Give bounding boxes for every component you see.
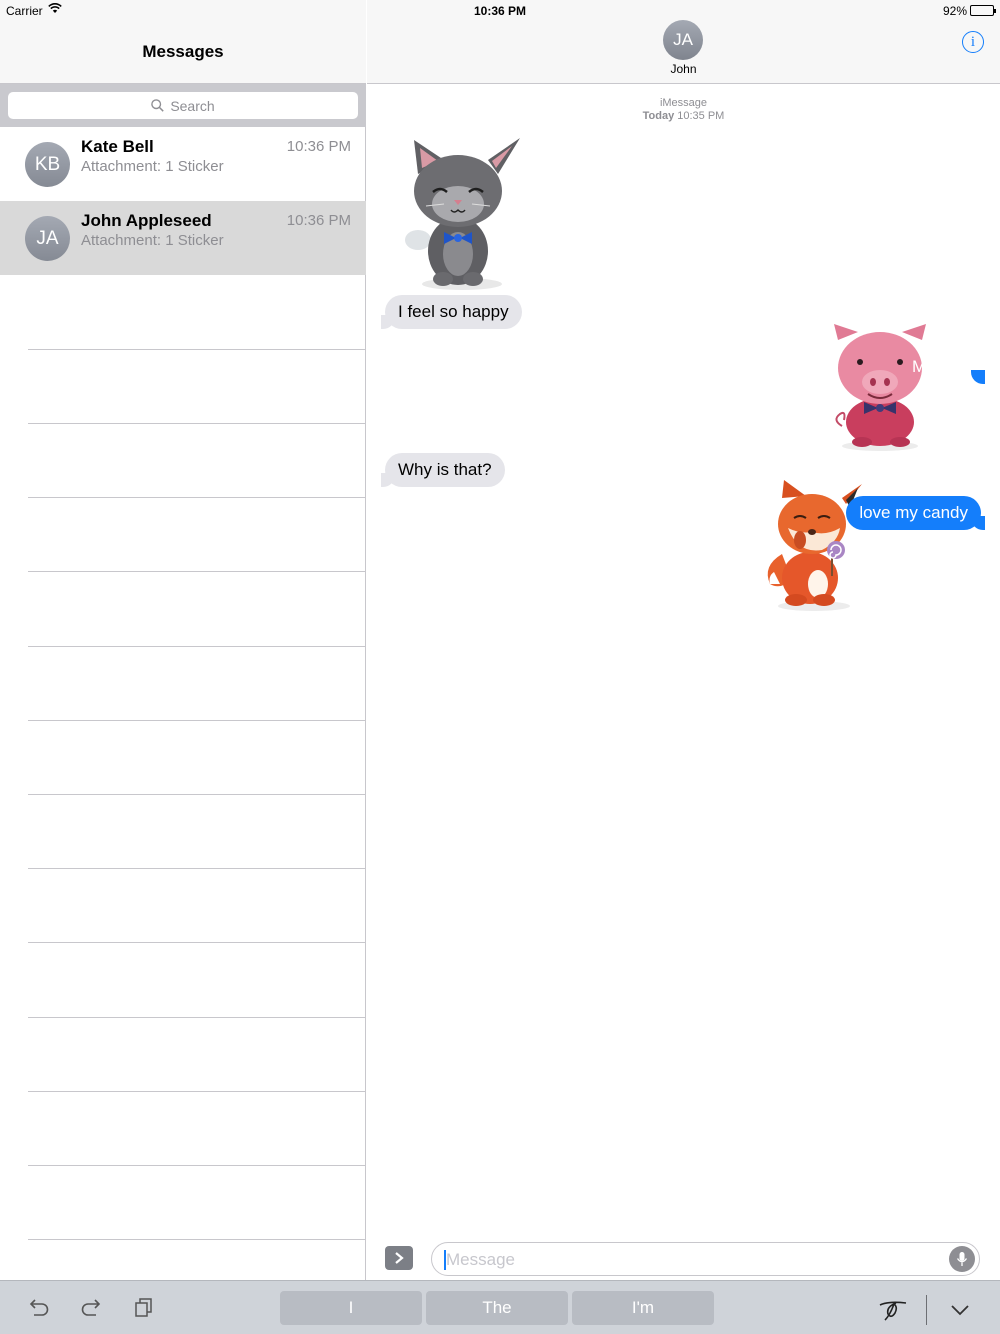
battery-icon	[970, 5, 996, 16]
conversation-item-kate-bell[interactable]: KB Kate Bell Attachment: 1 Sticker 10:36…	[0, 127, 366, 201]
message-bubble-incoming[interactable]: I feel so happy	[381, 295, 522, 329]
message-bubble-outgoing[interactable]: Me too	[899, 350, 985, 384]
list-divider	[28, 571, 366, 572]
list-divider	[28, 646, 366, 647]
keyboard-shortcut-bar: I The I'm	[0, 1280, 1000, 1334]
thread-timestamp: iMessage Today 10:35 PM	[367, 97, 1000, 123]
list-divider	[28, 720, 366, 721]
info-button[interactable]: i	[962, 31, 984, 53]
search-input[interactable]: Search	[8, 92, 358, 119]
avatar: JA	[25, 216, 70, 261]
microphone-icon	[956, 1252, 968, 1266]
suggestion-2[interactable]: The	[426, 1291, 568, 1325]
conversation-name: John Appleseed	[81, 211, 212, 230]
search-icon	[151, 99, 165, 112]
paste-icon[interactable]	[134, 1297, 154, 1322]
chevron-right-icon	[395, 1252, 404, 1264]
handwriting-icon[interactable]	[878, 1299, 908, 1326]
message-bubble-outgoing[interactable]: love my candy	[846, 496, 985, 530]
list-divider	[28, 1091, 366, 1092]
conversation-list-pane: Messages Search KB Kate Bell Attachment:…	[0, 0, 366, 1280]
status-bar: Carrier 10:36 PM 92%	[0, 0, 1000, 22]
avatar: KB	[25, 142, 70, 187]
date-time: 10:35 PM	[677, 110, 725, 122]
date-label: Today	[642, 110, 675, 122]
suggestion-1[interactable]: I	[280, 1291, 422, 1325]
redo-icon[interactable]	[80, 1297, 102, 1322]
list-divider	[28, 794, 366, 795]
list-divider	[28, 868, 366, 869]
conversation-preview: Attachment: 1 Sticker	[81, 158, 224, 175]
contact-name[interactable]: John	[367, 62, 1000, 76]
undo-icon[interactable]	[28, 1297, 50, 1322]
battery-percent: 92%	[942, 4, 967, 18]
conversation-name: Kate Bell	[81, 137, 154, 156]
message-input[interactable]	[446, 1249, 926, 1271]
conversation-preview: Attachment: 1 Sticker	[81, 232, 224, 249]
status-time: 10:36 PM	[473, 4, 527, 18]
list-divider	[28, 942, 366, 943]
service-label: iMessage	[659, 97, 708, 109]
contact-avatar[interactable]: JA	[663, 20, 703, 60]
page-title: Messages	[142, 42, 224, 61]
search-bar: Search	[0, 84, 366, 127]
suggestion-3[interactable]: I'm	[572, 1291, 714, 1325]
app-drawer-button[interactable]	[385, 1246, 413, 1270]
hide-keyboard-icon[interactable]	[950, 1303, 970, 1321]
cat-sticker[interactable]	[396, 136, 528, 292]
pig-sticker[interactable]	[828, 322, 928, 452]
list-divider	[28, 497, 366, 498]
list-divider	[28, 1017, 366, 1018]
dictation-button[interactable]	[949, 1246, 975, 1272]
conversation-time: 10:36 PM	[286, 138, 351, 155]
message-bubble-incoming[interactable]: Why is that?	[381, 453, 505, 487]
list-divider	[28, 349, 366, 350]
search-placeholder: Search	[170, 97, 215, 114]
list-divider	[28, 1239, 366, 1240]
list-divider	[28, 1165, 366, 1166]
list-divider	[28, 423, 366, 424]
conversation-item-john-appleseed[interactable]: JA John Appleseed Attachment: 1 Sticker …	[0, 201, 366, 275]
message-compose-field[interactable]	[431, 1242, 980, 1276]
toolbar-divider	[926, 1295, 927, 1325]
info-icon: i	[970, 33, 976, 50]
conversation-time: 10:36 PM	[286, 212, 351, 229]
